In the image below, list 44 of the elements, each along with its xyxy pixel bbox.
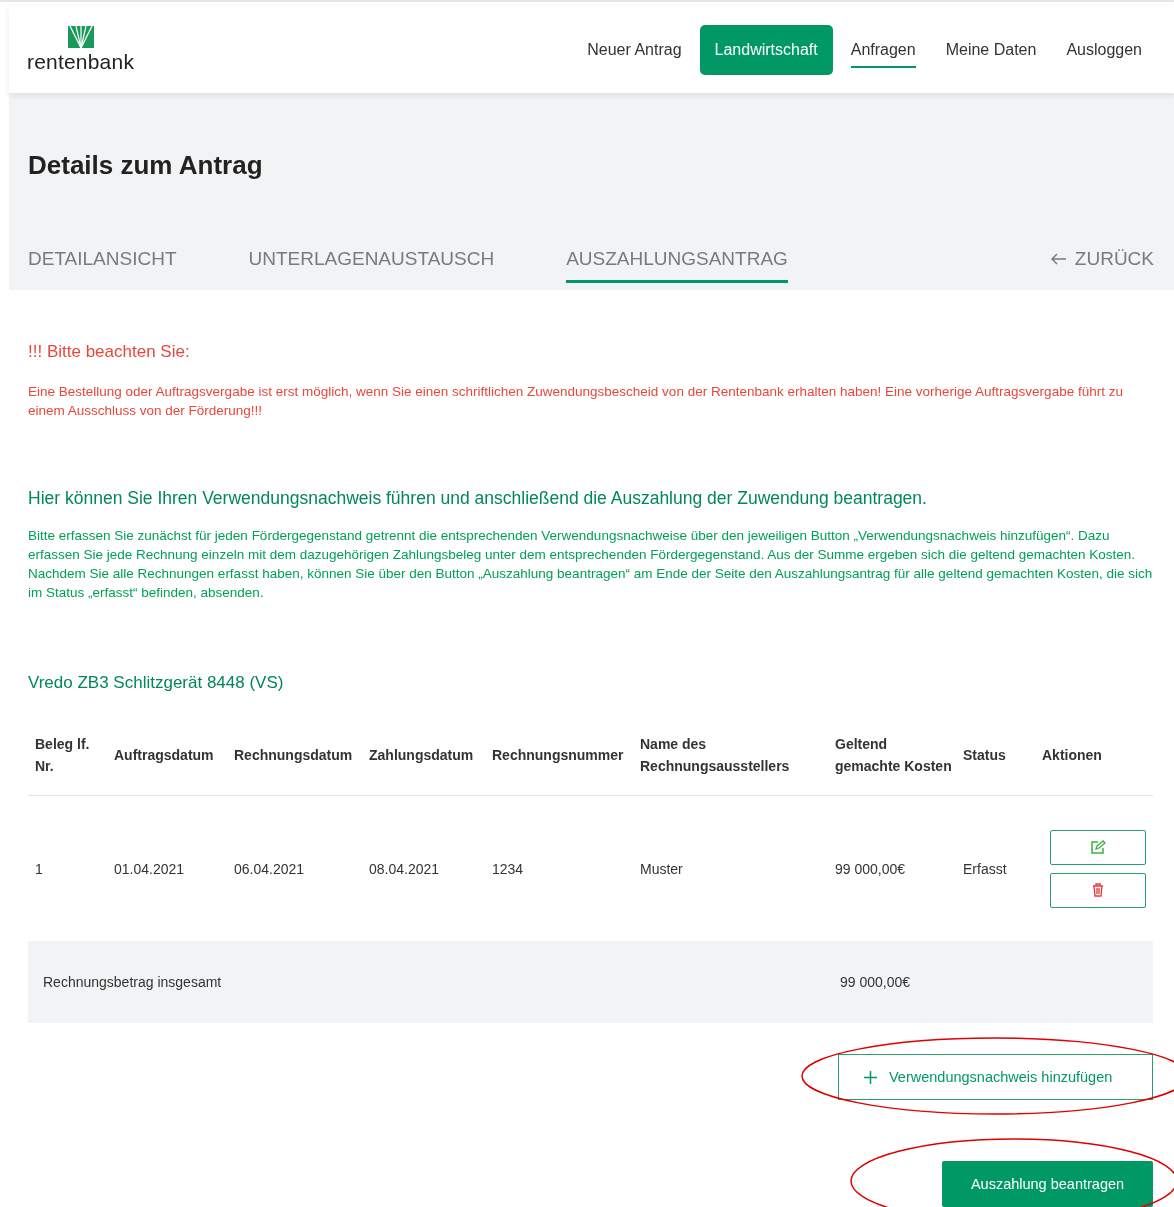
plus-icon bbox=[864, 1070, 877, 1084]
nav-link[interactable]: Neuer Antrag bbox=[575, 26, 694, 73]
table-cell: 1 bbox=[35, 860, 43, 877]
table-cell: 1234 bbox=[492, 860, 524, 877]
nav-link[interactable]: Anfragen bbox=[838, 26, 928, 73]
intro-text: Bitte erfassen Sie zunächst für jeden Fördergegenstand getrennt die entsprechenden Verwendungsnachweise über den jeweiligen Button „Verwendungsnachweis hinzufügen“. Dazu erfassen Sie jede Rechnung einzeln mit dem dazugehörigen Zahlungsbeleg unter dem entsprechenden Fördergegenstand. Aus der Summe ergeben sich die geltend gemachten Kosten. Nachdem Sie alle Rechnungen erfasst haben, können Sie über den Button „Auszahlung beantragen“ am Ende der Seite den Auszahlungsantrag für alle geltend gemachten Kosten, die sich im Status „erfasst“ befinden, absenden. bbox=[28, 527, 1154, 602]
total-label: Rechnungsbetrag insgesamt bbox=[43, 974, 222, 990]
logo-text: rentenbank bbox=[27, 49, 135, 74]
nav-button[interactable]: Landwirtschaft bbox=[699, 24, 833, 75]
edit-icon bbox=[1090, 840, 1106, 854]
notice-title: !!! Bitte beachten Sie: bbox=[28, 342, 191, 362]
edit-button[interactable] bbox=[1050, 829, 1146, 865]
add-button[interactable]: Verwendungsnachweis hinzufügen bbox=[838, 1054, 1153, 1100]
trash-icon bbox=[1092, 883, 1104, 897]
delete-button[interactable] bbox=[1050, 872, 1146, 908]
table-cell: 06.04.2021 bbox=[234, 860, 305, 877]
page-title: Details zum Antrag bbox=[28, 150, 264, 181]
tab[interactable]: AUSZAHLUNGSANTRAG bbox=[566, 248, 788, 283]
column-header: Rechnungsnummer bbox=[491, 746, 624, 765]
table-cell: 01.04.2021 bbox=[114, 860, 185, 877]
table-cell: Muster bbox=[640, 860, 683, 877]
table-cell: 99 000,00€ bbox=[835, 860, 906, 877]
tab[interactable]: DETAILANSICHT bbox=[28, 248, 177, 283]
column-header: Auftragsdatum bbox=[113, 746, 214, 765]
total-value: 99 000,00€ bbox=[839, 974, 910, 990]
logo-icon bbox=[67, 25, 94, 48]
column-header: Beleg lf. Nr. bbox=[34, 735, 91, 776]
nav-link[interactable]: Ausloggen bbox=[1054, 26, 1154, 73]
notice-text: Eine Bestellung oder Auftragsvergabe ist erst möglich, wenn Sie einen schriftlichen Zuwendungsbescheid von der Rentenbank erhalten haben! Eine vorherige Auftragsvergabe führt zu einem Ausschluss von der Förderung!!! bbox=[28, 383, 1124, 420]
intro-heading: Hier können Sie Ihren Verwendungsnachweis führen und anschließend die Auszahlung der Zuwendung beantragen. bbox=[28, 488, 928, 509]
column-header: Name des Rechnungsausstellers bbox=[639, 735, 791, 776]
back-link[interactable]: ZURÜCK bbox=[1050, 248, 1154, 283]
column-header: Geltend gemachte Kosten bbox=[834, 735, 953, 776]
submit-button[interactable]: Auszahlung beantragen bbox=[942, 1161, 1153, 1207]
table-cell: 08.04.2021 bbox=[369, 860, 440, 877]
arrow-left-icon bbox=[1050, 253, 1067, 265]
column-header: Rechnungsdatum bbox=[233, 746, 353, 765]
column-header: Status bbox=[962, 746, 1006, 765]
nav-link[interactable]: Meine Daten bbox=[933, 26, 1049, 73]
column-header: Aktionen bbox=[1041, 746, 1102, 765]
item-title: Vredo ZB3 Schlitzgerät 8448 (VS) bbox=[28, 673, 285, 693]
column-header: Zahlungsdatum bbox=[368, 746, 474, 765]
table-cell: Erfasst bbox=[963, 860, 1007, 877]
tab[interactable]: UNTERLAGENAUSTAUSCH bbox=[248, 248, 495, 283]
